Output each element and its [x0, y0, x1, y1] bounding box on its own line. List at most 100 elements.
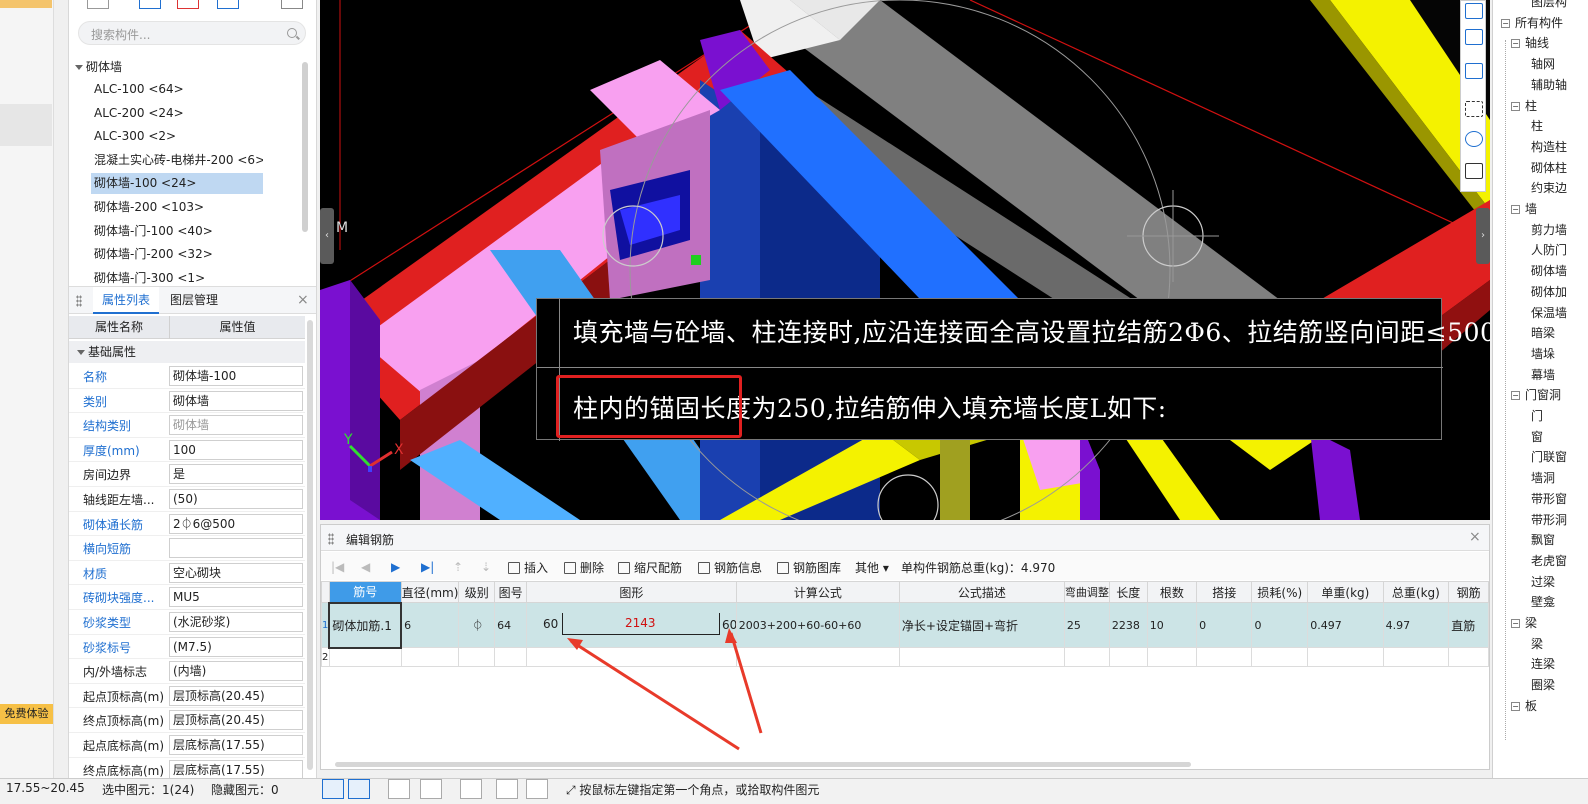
collapse-icon[interactable]: −	[1511, 101, 1520, 111]
property-value-field[interactable]: 100	[169, 439, 303, 460]
delete-icon[interactable]	[177, 0, 199, 9]
tree-item[interactable]: ALC-300 <2>	[91, 126, 263, 147]
tab-layer-management[interactable]: 图层管理	[161, 287, 227, 314]
rotate-icon[interactable]	[1465, 131, 1483, 147]
layer-tree-item[interactable]: 幕墙	[1531, 365, 1555, 385]
dimension-icon[interactable]	[460, 779, 482, 799]
layer-tree-item[interactable]: 轴网	[1531, 54, 1555, 74]
close-icon[interactable]: ×	[297, 292, 309, 308]
cross-icon[interactable]	[388, 779, 410, 799]
property-group[interactable]: 基础属性	[69, 341, 305, 363]
property-value-field[interactable]: 层顶标高(20.45)	[169, 685, 303, 706]
snap-box-icon[interactable]	[348, 779, 370, 799]
layer-tree-item[interactable]: 梁	[1531, 634, 1543, 654]
layer-tree-item[interactable]: 图层构	[1531, 0, 1567, 12]
property-value-field[interactable]: (50)	[169, 489, 303, 509]
property-value-field[interactable]: 层底标高(17.55)	[169, 759, 303, 780]
layer-tree-item[interactable]: − 柱	[1511, 96, 1537, 116]
3d-viewport[interactable]: Y X M ‹ › 填充墙与砼墙、柱连接时,应沿连接面全高设置拉结筋2Φ6、拉结…	[320, 0, 1490, 520]
layer-tree-item[interactable]: 暗梁	[1531, 323, 1555, 343]
2d-view-icon[interactable]	[1465, 3, 1483, 19]
search-icon[interactable]	[287, 28, 297, 38]
copy-layer-icon[interactable]	[496, 779, 518, 799]
layer-tree-item[interactable]: 辅助轴	[1531, 75, 1567, 95]
collapse-icon[interactable]: −	[1511, 701, 1520, 711]
property-value-field[interactable]: MU5	[169, 587, 303, 608]
layer-tree-item[interactable]: − 门窗洞	[1511, 385, 1561, 405]
collapse-icon[interactable]: −	[1511, 391, 1520, 401]
property-value-field[interactable]: 层底标高(17.55)	[169, 735, 303, 755]
angle-icon[interactable]	[420, 779, 442, 799]
more-icon[interactable]	[281, 0, 303, 9]
layer-tree-item[interactable]: 带形窗	[1531, 489, 1567, 509]
layer-tree-item[interactable]: 飘窗	[1531, 530, 1555, 550]
tree-item[interactable]: 砌体墙-门-100 <40>	[91, 221, 263, 242]
collapse-right-icon[interactable]: ›	[1476, 208, 1490, 264]
layer-tree-item[interactable]: 墙垛	[1531, 344, 1555, 364]
layer-tree-item[interactable]: − 轴线	[1511, 33, 1549, 53]
collapse-left-icon[interactable]: ‹	[320, 208, 334, 264]
property-value-field[interactable]: 层顶标高(20.45)	[169, 710, 303, 731]
layer-tree-item[interactable]: 门联窗	[1531, 447, 1567, 467]
layer-tree-item[interactable]: 柱	[1531, 116, 1543, 136]
layer-tree-item[interactable]: 砌体墙	[1531, 261, 1567, 281]
property-value-field[interactable]: (内墙)	[169, 661, 303, 682]
property-value-field[interactable]: 2⏀6@500	[169, 513, 303, 534]
3d-box-icon[interactable]	[1465, 29, 1483, 45]
property-value-field[interactable]: 是	[169, 464, 303, 485]
layer-tree-item[interactable]: 剪力墙	[1531, 220, 1567, 240]
layer-tree-item[interactable]: 人防门	[1531, 240, 1567, 260]
property-value-field[interactable]: (水泥砂浆)	[169, 612, 303, 632]
layer-tree-item[interactable]: 过梁	[1531, 572, 1555, 592]
collapse-icon[interactable]	[77, 350, 85, 355]
layer-tree-item[interactable]: 约束边	[1531, 178, 1567, 198]
tree-item[interactable]: ALC-100 <64>	[91, 79, 263, 100]
layer-tree-item[interactable]: 带形洞	[1531, 510, 1567, 530]
tree-scrollbar[interactable]	[302, 62, 308, 232]
tree-item[interactable]: ALC-200 <24>	[91, 103, 263, 124]
tree-root-node[interactable]: 砌体墙	[75, 58, 122, 75]
drag-grip-icon[interactable]	[76, 295, 82, 307]
property-value-field[interactable]: (M7.5)	[169, 636, 303, 657]
layer-tree-item[interactable]: 构造柱	[1531, 137, 1567, 157]
free-trial-button[interactable]: 免费体验	[0, 704, 53, 724]
property-scrollbar[interactable]	[307, 320, 313, 770]
tree-item[interactable]: 砌体墙-100 <24>	[91, 173, 263, 195]
layer-tree-item[interactable]: 老虎窗	[1531, 551, 1567, 571]
layer-tree-item[interactable]: − 墙	[1511, 199, 1537, 219]
view-list-icon[interactable]	[1465, 163, 1483, 179]
curve-icon[interactable]	[526, 779, 548, 799]
layer-tree-item[interactable]: 门	[1531, 406, 1543, 426]
collapse-icon[interactable]: −	[1511, 39, 1520, 49]
new-icon[interactable]	[87, 0, 109, 9]
layer-tree-item[interactable]: − 梁	[1511, 613, 1537, 633]
layer-tree-item[interactable]: 砌体加	[1531, 282, 1567, 302]
tab-property-list[interactable]: 属性列表	[93, 287, 160, 314]
property-value-field[interactable]: 砌体墙-100	[169, 366, 303, 386]
collapse-icon[interactable]: −	[1511, 205, 1520, 214]
fit-view-icon[interactable]	[1465, 101, 1483, 117]
property-value-field[interactable]: 空心砌块	[169, 562, 303, 583]
layer-tree-item[interactable]: − 所有构件	[1501, 13, 1563, 33]
layer-tree-item[interactable]: 砌体柱	[1531, 158, 1567, 178]
cube-icon[interactable]	[1465, 63, 1483, 79]
rebar-scrollbar[interactable]	[335, 762, 1191, 767]
layer-tree-item[interactable]: 圈梁	[1531, 675, 1555, 695]
collapse-icon[interactable]: −	[1501, 18, 1510, 28]
layer-tree-item[interactable]: 窗	[1531, 427, 1543, 447]
component-search[interactable]: 搜索构件...	[78, 21, 306, 45]
property-value-field[interactable]: 砌体墙	[169, 390, 303, 411]
property-value-field[interactable]: 砌体墙	[169, 415, 303, 436]
copy-icon[interactable]	[139, 0, 161, 9]
expand-icon[interactable]	[75, 65, 83, 70]
layer-tree-item[interactable]: 连梁	[1531, 654, 1555, 674]
sidebar-selected-item[interactable]	[0, 104, 52, 146]
layer-tree-item[interactable]: − 板	[1511, 696, 1537, 716]
tree-item[interactable]: 砌体墙-门-200 <32>	[91, 244, 263, 265]
property-value-field[interactable]	[169, 538, 303, 559]
layer-copy-icon[interactable]	[217, 0, 239, 9]
tree-item[interactable]: 混凝土实心砖-电梯井-200 <6>	[91, 150, 263, 171]
sidebar-top-button[interactable]	[0, 0, 52, 8]
tree-item[interactable]: 砌体墙-200 <103>	[91, 197, 263, 218]
layer-tree-item[interactable]: 壁龛	[1531, 592, 1555, 612]
